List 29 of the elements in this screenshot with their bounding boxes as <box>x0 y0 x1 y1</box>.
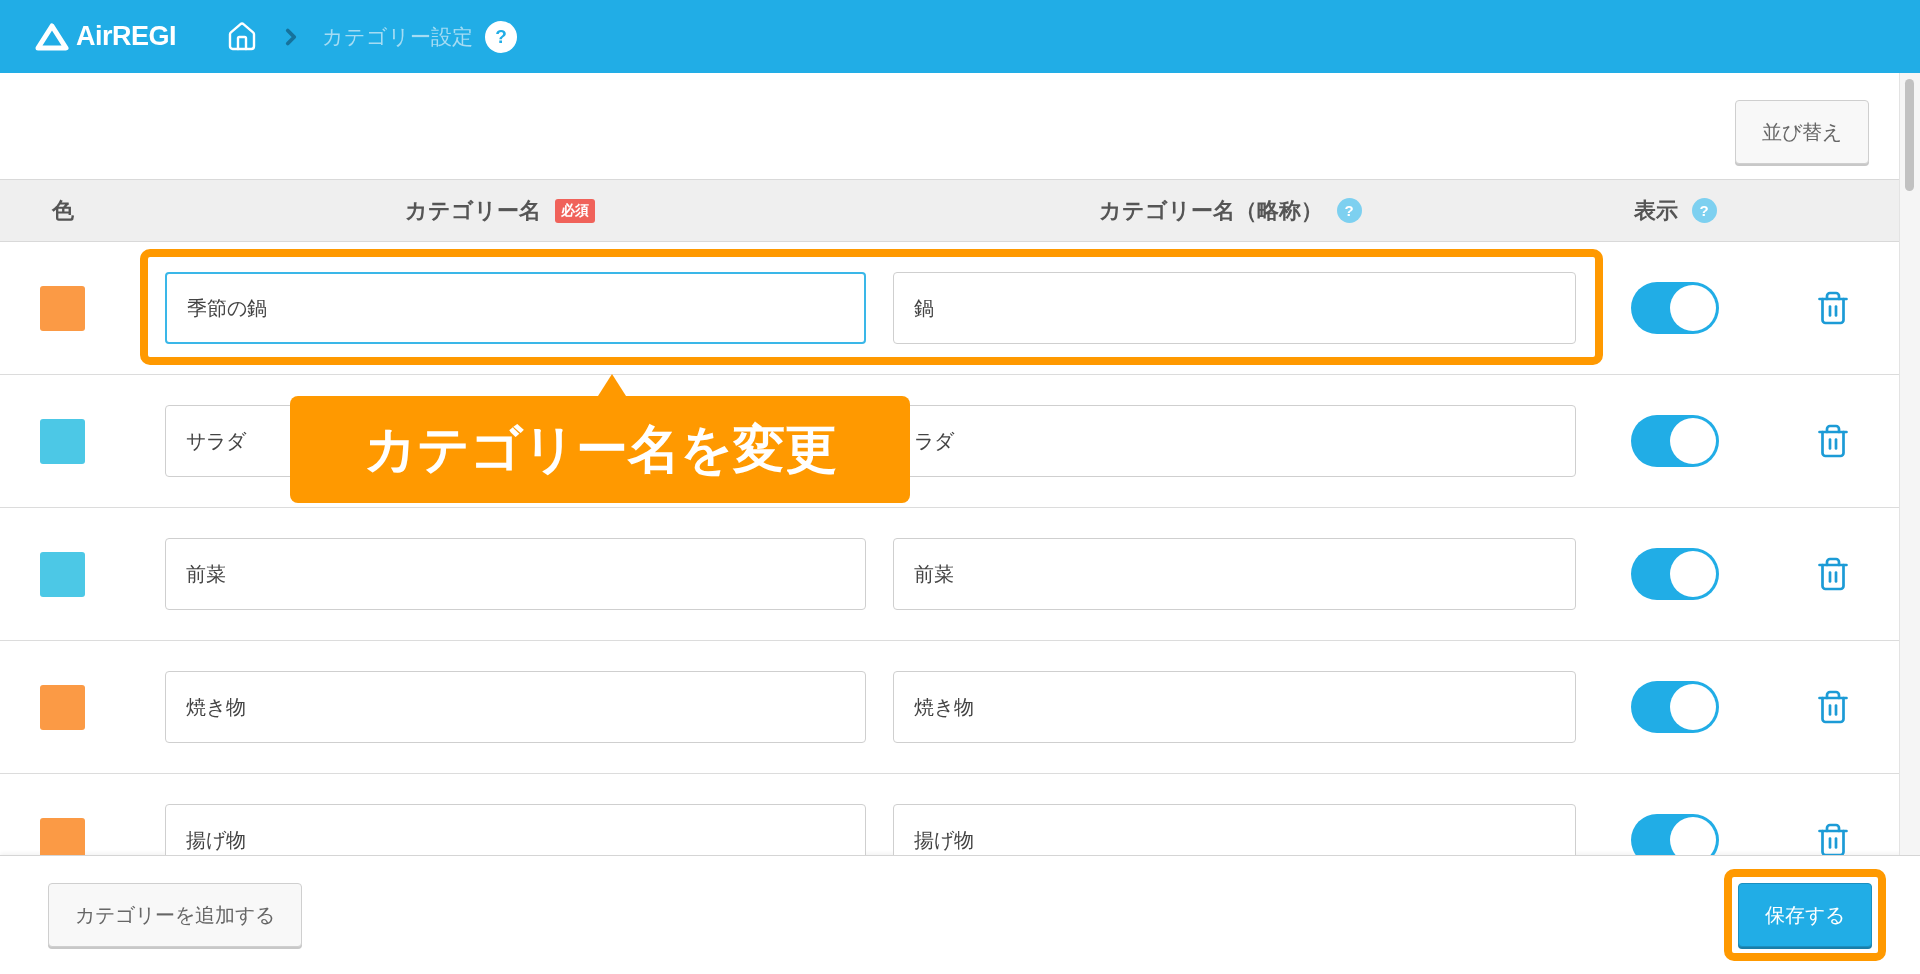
visibility-toggle[interactable] <box>1631 681 1719 733</box>
color-swatch[interactable] <box>40 817 85 855</box>
color-swatch[interactable] <box>40 551 85 597</box>
scrollbar[interactable] <box>1899 73 1920 855</box>
short-name-field[interactable]: 揚げ物 <box>893 804 1576 855</box>
short-name-field[interactable]: 鍋 <box>893 272 1576 344</box>
column-header: 色 <box>51 196 74 225</box>
column-header: 表示 <box>1633 196 1678 225</box>
visibility-toggle[interactable] <box>1631 814 1719 855</box>
short-name-field[interactable]: 前菜 <box>893 538 1576 610</box>
sort-button[interactable]: 並び替え <box>1735 100 1869 164</box>
color-swatch[interactable] <box>40 285 85 331</box>
color-swatch[interactable] <box>40 418 85 464</box>
color-swatch[interactable] <box>40 684 85 730</box>
column-header: カテゴリー名（略称） <box>1098 196 1323 225</box>
category-name-field[interactable]: 焼き物 <box>165 671 866 743</box>
visibility-toggle[interactable] <box>1631 548 1719 600</box>
visibility-toggle[interactable] <box>1631 415 1719 467</box>
column-header: カテゴリー名 <box>405 196 541 225</box>
required-badge: 必須 <box>555 198 595 223</box>
visibility-toggle[interactable] <box>1631 282 1719 334</box>
add-category-button[interactable]: カテゴリーを追加する <box>48 883 302 947</box>
category-name-field[interactable]: 季節の鍋 <box>165 272 866 344</box>
tooltip-pointer <box>598 374 626 396</box>
category-name-field[interactable]: 揚げ物 <box>165 804 866 855</box>
short-name-field[interactable]: 焼き物 <box>893 671 1576 743</box>
breadcrumb-title: カテゴリー設定 <box>322 23 474 50</box>
category-name-field[interactable]: 前菜 <box>165 538 866 610</box>
logo-icon <box>34 21 70 52</box>
